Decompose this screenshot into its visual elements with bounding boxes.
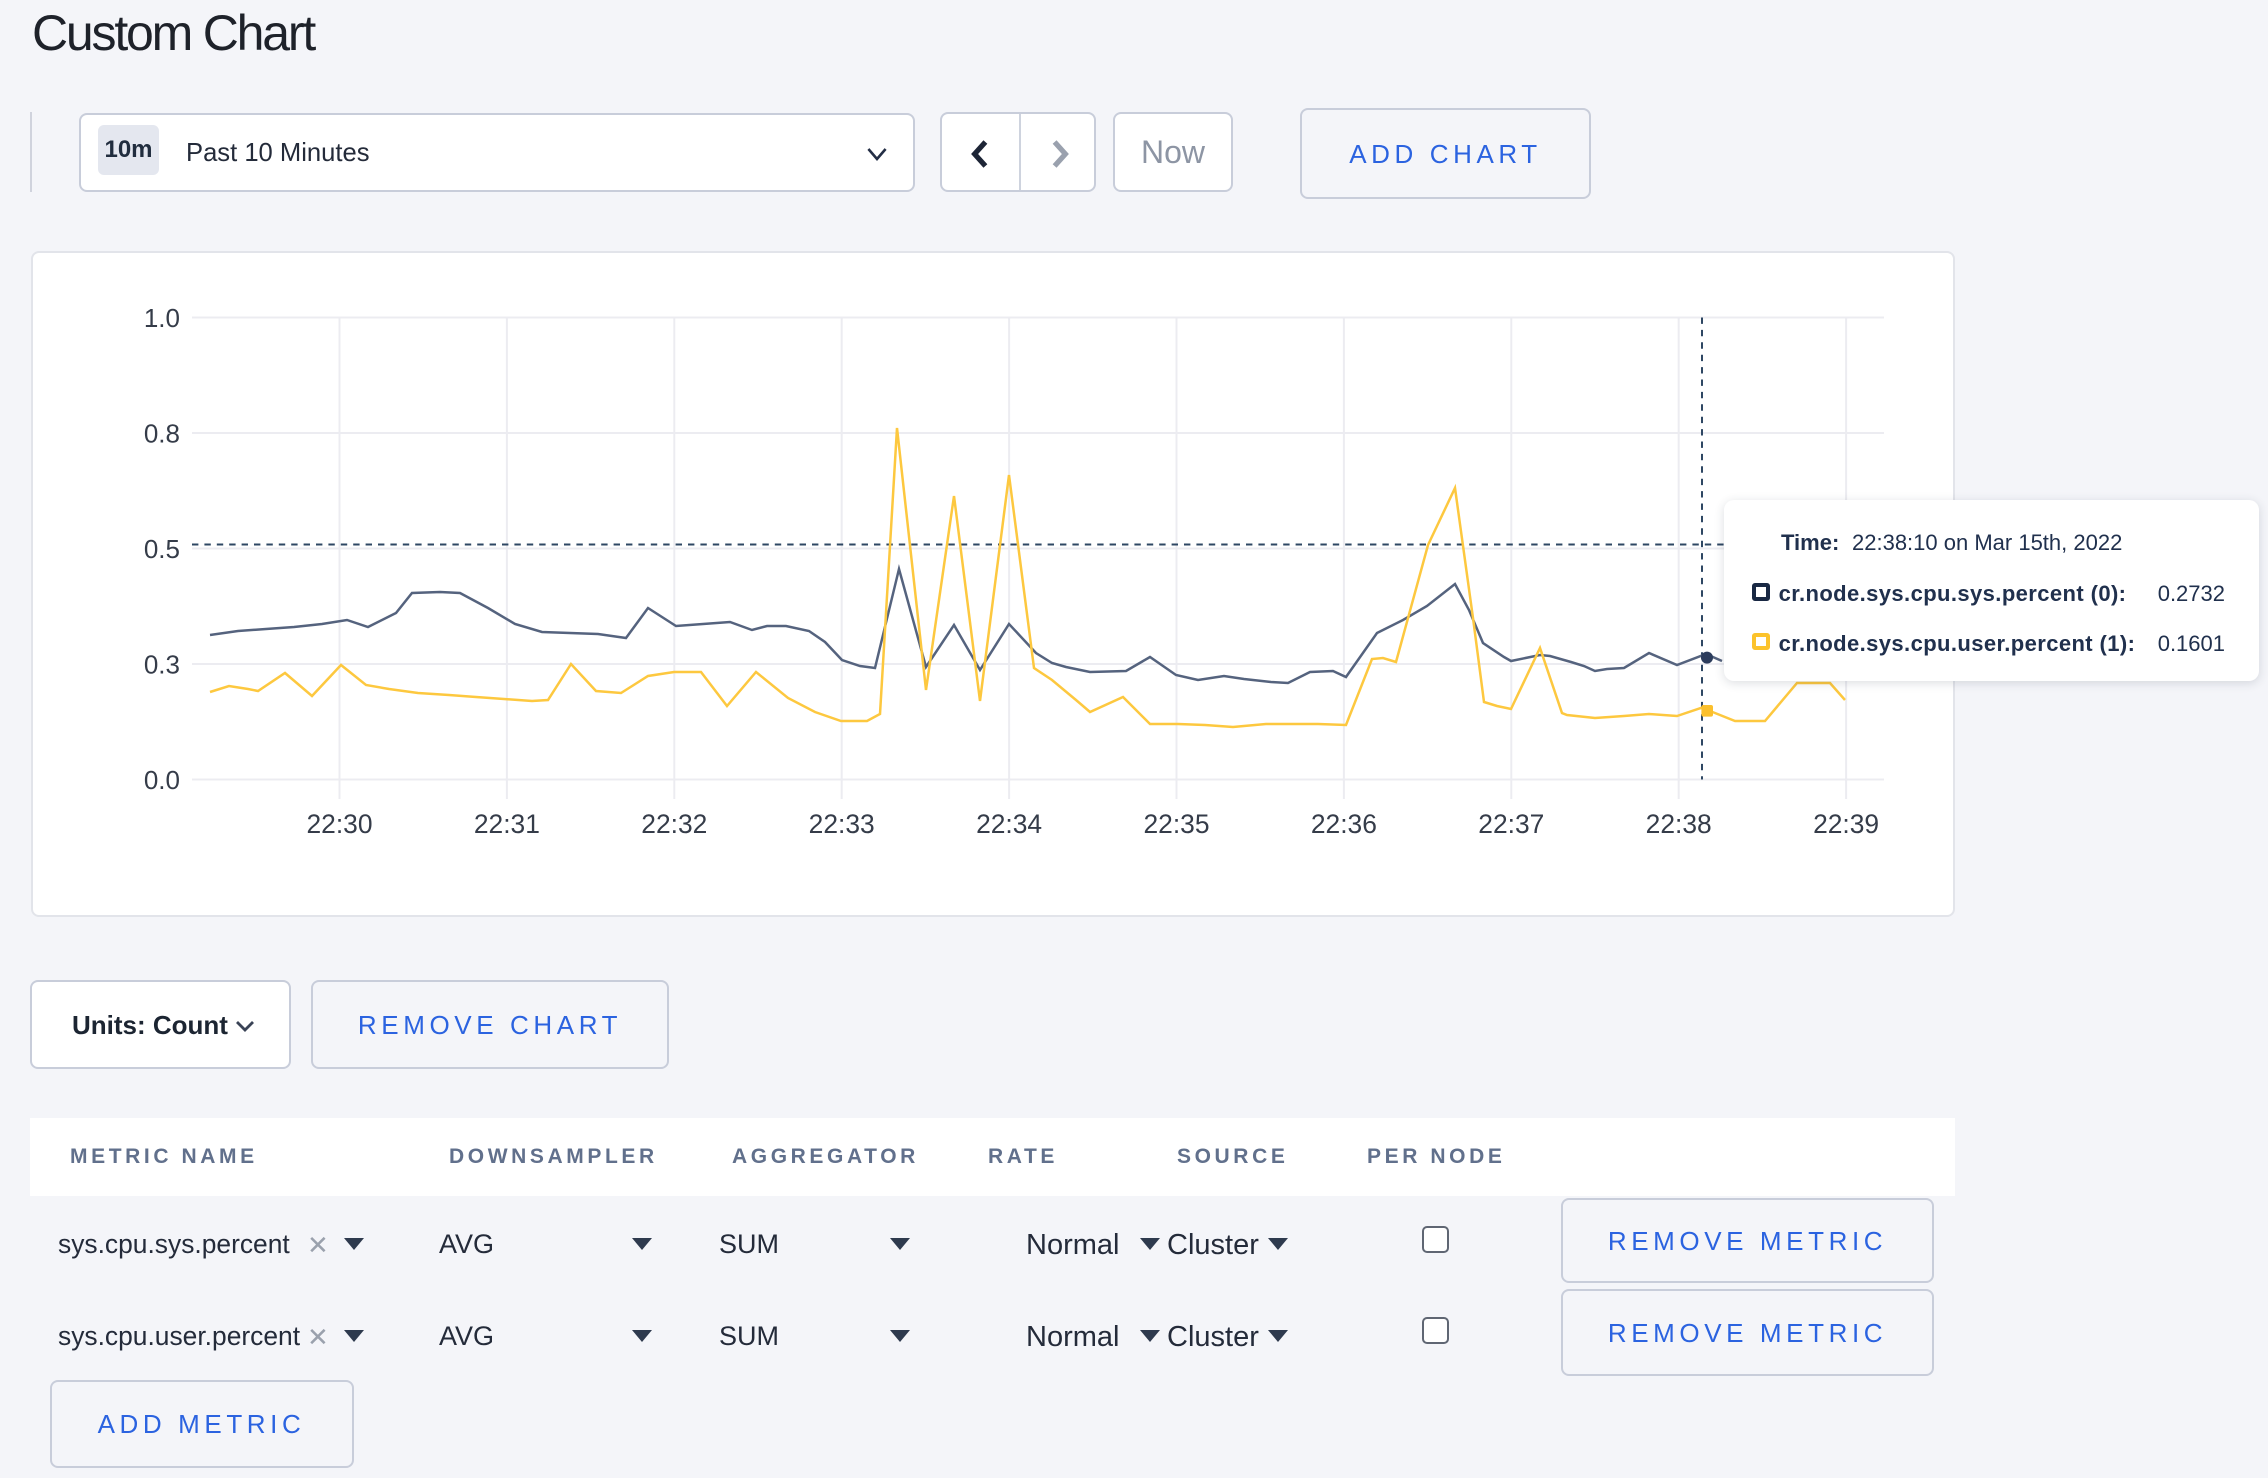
svg-text:22:36: 22:36 [1311, 809, 1377, 839]
svg-text:22:37: 22:37 [1478, 809, 1544, 839]
svg-text:0.0: 0.0 [144, 765, 180, 795]
svg-text:22:32: 22:32 [641, 809, 707, 839]
svg-text:22:38: 22:38 [1646, 809, 1712, 839]
svg-text:22:33: 22:33 [809, 809, 875, 839]
svg-text:1.0: 1.0 [144, 303, 180, 333]
svg-text:0.5: 0.5 [144, 534, 180, 564]
svg-text:22:30: 22:30 [306, 809, 372, 839]
svg-text:0.3: 0.3 [144, 650, 180, 680]
svg-text:22:39: 22:39 [1813, 809, 1879, 839]
svg-text:22:31: 22:31 [474, 809, 540, 839]
svg-text:0.8: 0.8 [144, 419, 180, 449]
svg-text:22:34: 22:34 [976, 809, 1042, 839]
svg-text:22:35: 22:35 [1143, 809, 1209, 839]
